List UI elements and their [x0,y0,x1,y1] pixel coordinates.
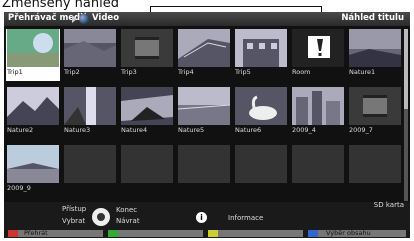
scrollbar-thumb[interactable] [404,29,408,109]
thumbnail-image [7,87,59,125]
annotation-label: Zmenšený náhled [2,0,119,11]
dpad-icon [92,208,110,226]
thumbnail-label: Nature6 [235,126,262,134]
thumbnail-label: Nature1 [349,68,376,76]
thumbnail-item[interactable]: Nature5 [177,87,231,139]
red-button-bar[interactable] [8,230,103,237]
thumbnail-label: 2009_7 [349,126,373,134]
content-select-label: Výběr obsahu [326,229,371,237]
empty-slot [121,145,173,183]
thumbnail-image [64,87,116,125]
thumbnail-label: Nature4 [121,126,148,134]
thumbnail-image [349,29,401,67]
thumbnail-label: Nature3 [64,126,91,134]
thumbnail-image [235,87,287,125]
thumbnail-image [292,87,344,125]
thumbnail-item[interactable]: Trip1 [6,29,60,81]
thumbnail-item[interactable]: Trip2 [63,29,117,81]
thumbnail-image [349,87,401,125]
sd-card-label: SD karta [373,201,404,209]
scrollbar[interactable] [404,29,408,201]
thumbnail-image [235,29,287,67]
thumbnail-image [7,145,59,183]
thumbnail-label: 2009_9 [7,184,31,192]
end-label: Konec [116,206,138,214]
thumbnail-image [121,29,173,67]
breadcrumb-arrow-icon [72,15,77,23]
empty-slot [64,145,116,183]
thumbnail-image [121,87,173,125]
annotation-leader [150,6,322,7]
footer: SD karta Přístup Vybrat Konec Návrat i I… [4,201,410,238]
thumbnail-label: Trip4 [178,68,194,76]
thumbnail-label: Trip2 [64,68,80,76]
top-bar: Přehrávač medií Video Náhled titulu [4,12,410,26]
thumbnail-item[interactable]: 2009_9 [6,145,60,197]
thumbnail-item[interactable]: Nature1 [348,29,402,81]
media-player-screen: Přehrávač medií Video Náhled titulu Trip… [4,12,410,238]
thumbnail-image [178,29,230,67]
green-button-bar[interactable] [108,230,203,237]
thumbnail-label: Trip1 [7,68,23,76]
empty-slot [292,145,344,183]
thumbnail-label: Trip3 [121,68,137,76]
title-preview: Náhled titulu [341,13,404,23]
thumbnail-item[interactable]: Trip5 [234,29,288,81]
thumbnail-item[interactable]: Nature4 [120,87,174,139]
thumbnail-label: 2009_4 [292,126,316,134]
thumbnail-item[interactable]: Room [291,29,345,81]
thumbnail-label: Nature2 [7,126,34,134]
yellow-button-bar[interactable] [208,230,303,237]
thumbnail-label: Nature5 [178,126,205,134]
thumbnail-item[interactable]: Trip3 [120,29,174,81]
globe-icon [79,14,89,24]
empty-slot [178,145,230,183]
empty-slot [235,145,287,183]
thumbnail-item[interactable]: Nature6 [234,87,288,139]
thumbnail-image [7,29,59,67]
thumbnail-label: Trip5 [235,68,251,76]
info-icon: i [196,212,207,223]
thumbnail-grid: Trip1 Trip2 Trip3 Trip4 Trip5 Room Nature1 Natu… [4,27,404,204]
select-label: Vybrat [62,217,86,225]
play-label: Přehrát [24,229,48,237]
empty-slot [349,145,401,183]
thumbnail-item[interactable]: Nature3 [63,87,117,139]
back-label: Návrat [116,217,140,225]
access-label: Přístup [62,205,87,213]
thumbnail-image [292,29,344,67]
thumbnail-image [178,87,230,125]
thumbnail-image [64,29,116,67]
thumbnail-item[interactable]: 2009_7 [348,87,402,139]
info-label: Informace [228,214,264,222]
thumbnail-item[interactable]: Trip4 [177,29,231,81]
breadcrumb-video[interactable]: Video [92,13,119,23]
thumbnail-label: Room [292,68,311,76]
thumbnail-item[interactable]: 2009_4 [291,87,345,139]
thumbnail-item[interactable]: Nature2 [6,87,60,139]
